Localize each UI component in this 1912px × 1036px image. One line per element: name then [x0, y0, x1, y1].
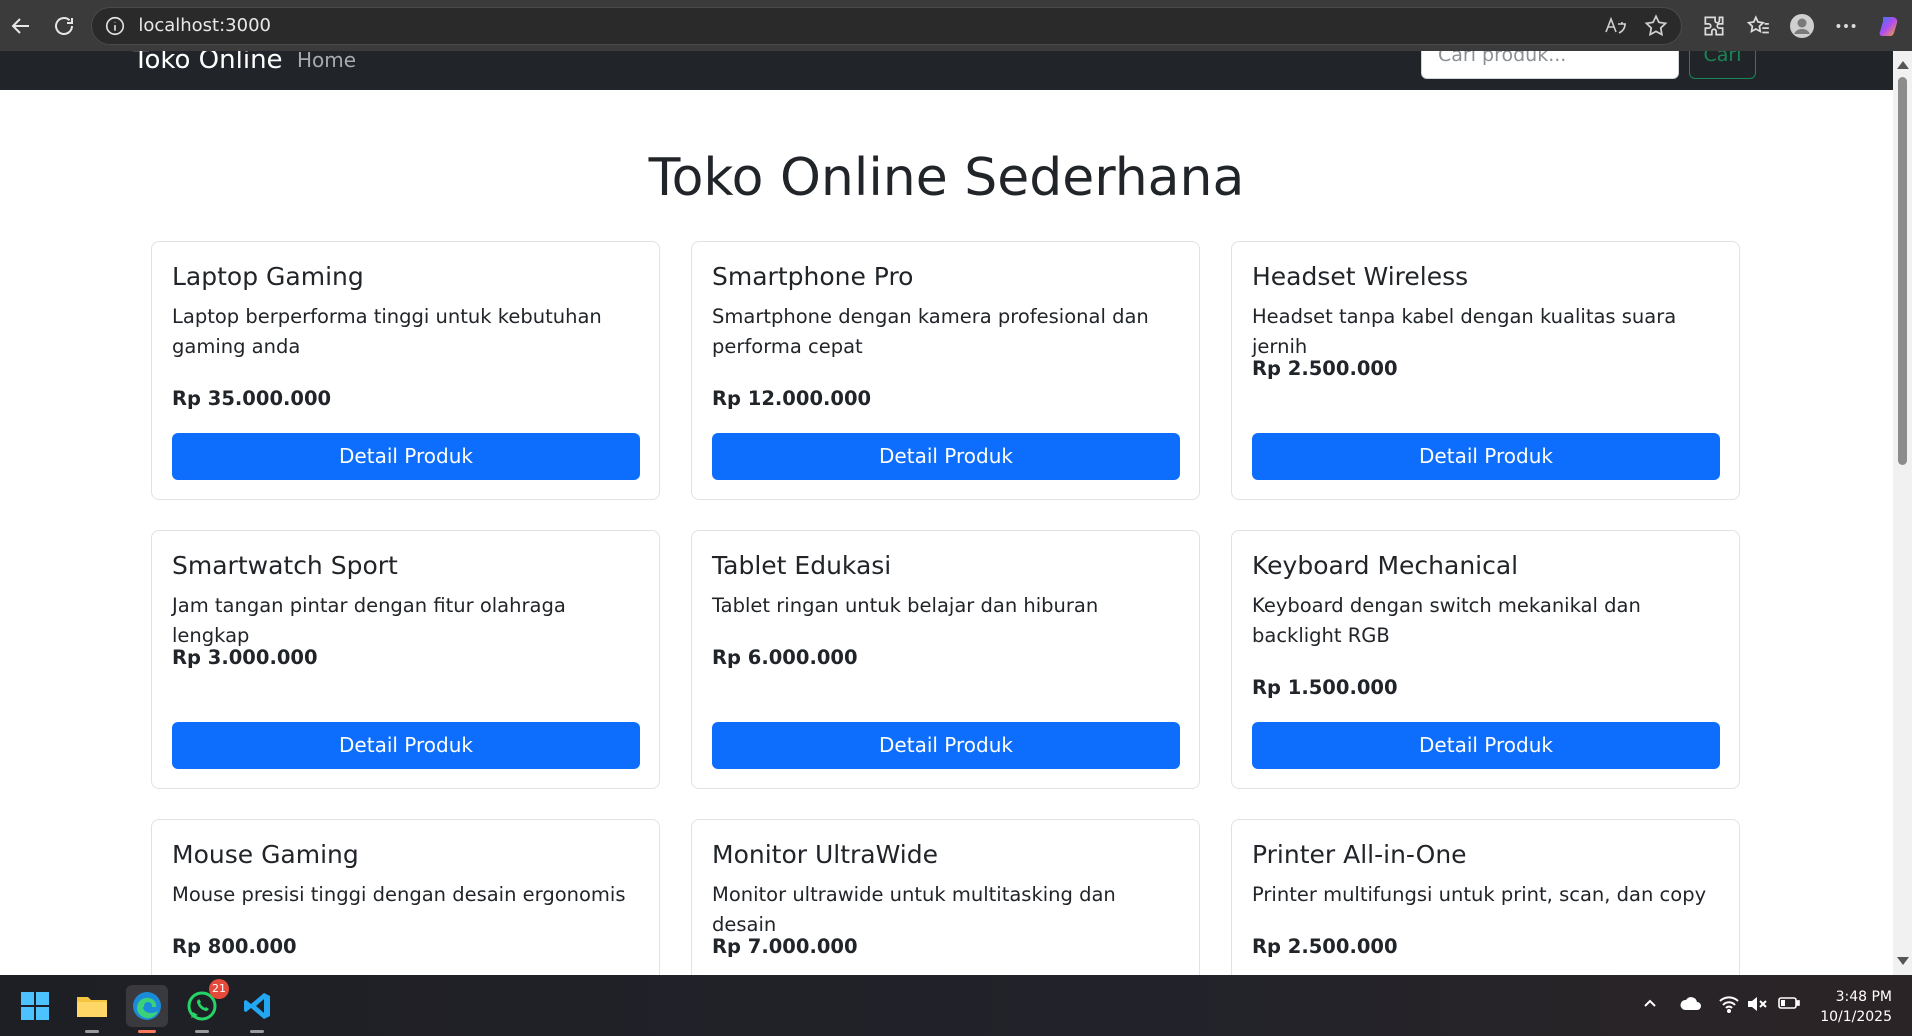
product-name: Laptop Gaming: [172, 262, 364, 291]
vertical-scrollbar[interactable]: [1893, 51, 1912, 975]
product-description: Monitor ultrawide untuk multitasking dan…: [712, 883, 1116, 936]
windows-logo-icon: [21, 992, 49, 1020]
url-text[interactable]: localhost:3000: [138, 15, 1589, 36]
product-card: Monitor UltraWide Monitor ultrawide untu…: [691, 819, 1200, 975]
system-clock[interactable]: 3:48 PM 10/1/2025: [1810, 987, 1892, 1027]
product-description: Headset tanpa kabel dengan kualitas suar…: [1252, 305, 1677, 358]
product-description: Jam tangan pintar dengan fitur olahraga …: [172, 594, 566, 647]
scrollbar-thumb[interactable]: [1898, 77, 1907, 465]
clock-time: 3:48 PM: [1835, 989, 1892, 1005]
copilot-icon[interactable]: [1877, 13, 1903, 39]
search-input[interactable]: Cari produk...: [1421, 51, 1679, 79]
product-price: Rp 35.000.000: [172, 387, 332, 410]
product-card: Keyboard Mechanical Keyboard dengan swit…: [1231, 530, 1740, 789]
clock-date: 10/1/2025: [1820, 1009, 1892, 1025]
product-name: Printer All-in-One: [1252, 840, 1467, 869]
running-indicator: [195, 1030, 209, 1033]
product-price: Rp 6.000.000: [712, 646, 858, 669]
address-bar[interactable]: localhost:3000: [91, 6, 1682, 45]
wifi-icon[interactable]: [1718, 995, 1740, 1013]
detail-product-button[interactable]: Detail Produk: [172, 433, 640, 480]
scroll-up-arrow-icon[interactable]: [1897, 61, 1909, 69]
product-name: Tablet Edukasi: [712, 551, 892, 580]
site-navbar: Toko Online Home Cari produk... Cari: [0, 51, 1893, 90]
product-price: Rp 7.000.000: [712, 935, 858, 958]
product-price: Rp 2.500.000: [1252, 357, 1398, 380]
product-name: Mouse Gaming: [172, 840, 359, 869]
start-button[interactable]: [14, 985, 56, 1027]
volume-muted-icon[interactable]: [1746, 995, 1768, 1013]
running-indicator: [138, 1030, 156, 1033]
onedrive-cloud-icon[interactable]: [1679, 995, 1703, 1011]
vscode-button[interactable]: [236, 985, 278, 1033]
running-indicator: [250, 1030, 264, 1033]
browser-toolbar: localhost:3000: [0, 0, 1912, 51]
product-card: Laptop Gaming Laptop berperforma tinggi …: [151, 241, 660, 500]
detail-product-button[interactable]: Detail Produk: [1252, 433, 1720, 480]
back-arrow-icon: [11, 17, 30, 34]
page-title: Toko Online Sederhana: [648, 148, 1245, 208]
product-card: Smartwatch Sport Jam tangan pintar denga…: [151, 530, 660, 789]
battery-icon[interactable]: [1778, 995, 1800, 1011]
product-card: Mouse Gaming Mouse presisi tinggi dengan…: [151, 819, 660, 975]
edge-browser-button[interactable]: [126, 985, 168, 1033]
product-description: Printer multifungsi untuk print, scan, d…: [1252, 883, 1707, 906]
favorites-icon[interactable]: [1745, 13, 1771, 39]
detail-product-button[interactable]: Detail Produk: [1252, 722, 1720, 769]
show-hidden-icons-chevron-icon[interactable]: [1642, 995, 1658, 1011]
file-explorer-button[interactable]: [71, 985, 113, 1033]
product-name: Monitor UltraWide: [712, 840, 938, 869]
edge-icon: [133, 992, 161, 1020]
search-button[interactable]: Cari: [1689, 51, 1756, 79]
product-description: Smartphone dengan kamera profesional dan…: [712, 305, 1149, 358]
product-description: Tablet ringan untuk belajar dan hiburan: [712, 594, 1099, 617]
product-name: Smartphone Pro: [712, 262, 914, 291]
product-price: Rp 3.000.000: [172, 646, 318, 669]
notification-badge: 21: [209, 979, 229, 999]
profile-avatar-icon[interactable]: [1789, 13, 1815, 39]
detail-product-button[interactable]: Detail Produk: [172, 722, 640, 769]
reload-icon: [54, 16, 73, 35]
favorite-star-icon[interactable]: [1643, 13, 1669, 39]
detail-product-button[interactable]: Detail Produk: [712, 722, 1180, 769]
vscode-icon: [244, 993, 270, 1019]
product-price: Rp 800.000: [172, 935, 297, 958]
product-name: Headset Wireless: [1252, 262, 1469, 291]
product-name: Smartwatch Sport: [172, 551, 398, 580]
scroll-down-arrow-icon[interactable]: [1897, 957, 1909, 965]
navbar-brand[interactable]: Toko Online: [133, 51, 283, 75]
product-description: Mouse presisi tinggi dengan desain ergon…: [172, 883, 626, 906]
product-description: Keyboard dengan switch mekanikal dan bac…: [1252, 594, 1641, 647]
product-price: Rp 1.500.000: [1252, 676, 1398, 699]
product-description: Laptop berperforma tinggi untuk kebutuha…: [172, 305, 602, 358]
product-card: Headset Wireless Headset tanpa kabel den…: [1231, 241, 1740, 500]
product-price: Rp 2.500.000: [1252, 935, 1398, 958]
running-indicator: [85, 1030, 99, 1033]
product-price: Rp 12.000.000: [712, 387, 872, 410]
product-card: Tablet Edukasi Tablet ringan untuk belaj…: [691, 530, 1200, 789]
extensions-icon[interactable]: [1701, 13, 1727, 39]
product-card: Printer All-in-One Printer multifungsi u…: [1231, 819, 1740, 975]
back-button[interactable]: [0, 4, 43, 48]
product-name: Keyboard Mechanical: [1252, 551, 1519, 580]
nav-link-home[interactable]: Home: [297, 51, 356, 72]
more-options-icon[interactable]: [1833, 13, 1859, 39]
info-icon[interactable]: [104, 15, 126, 37]
reload-button[interactable]: [43, 4, 86, 48]
page-viewport: Toko Online Home Cari produk... Cari Tok…: [0, 51, 1893, 975]
windows-taskbar: 21 3:48 PM 10/1/2025: [0, 975, 1912, 1036]
detail-product-button[interactable]: Detail Produk: [712, 433, 1180, 480]
read-aloud-icon[interactable]: [1603, 13, 1629, 39]
product-card: Smartphone Pro Smartphone dengan kamera …: [691, 241, 1200, 500]
folder-icon: [77, 997, 107, 1017]
whatsapp-button[interactable]: 21: [181, 979, 229, 1033]
